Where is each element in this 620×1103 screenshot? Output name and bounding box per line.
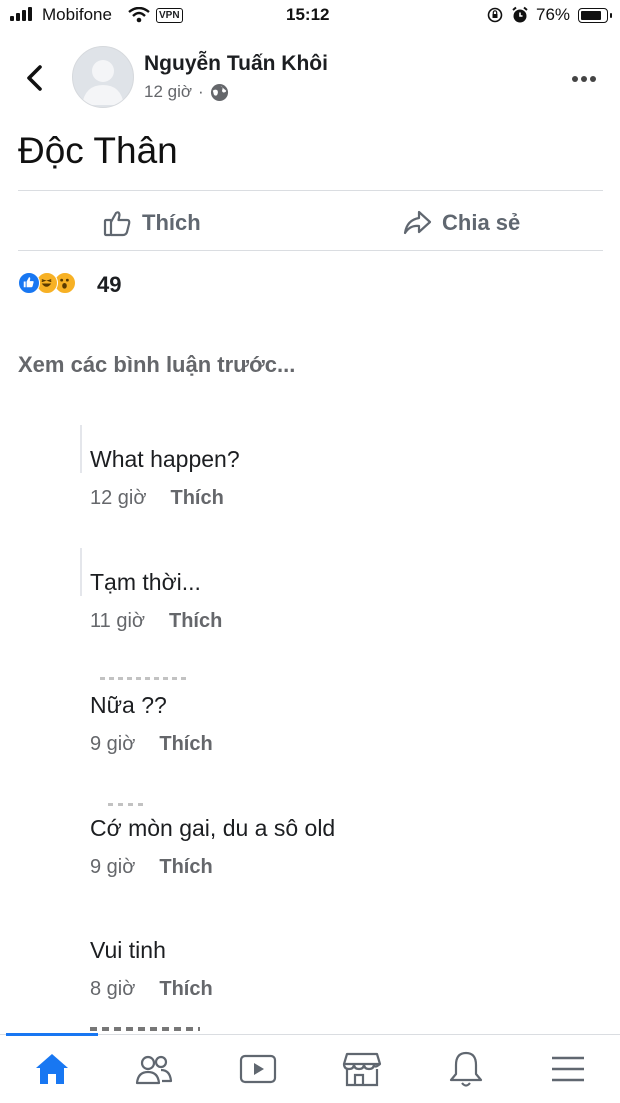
menu-icon bbox=[552, 1056, 584, 1082]
cropped-author-name bbox=[100, 677, 190, 680]
comment-meta: 8 giờ Thích bbox=[90, 978, 213, 1001]
vpn-badge: VPN bbox=[156, 8, 183, 23]
comment-like-button[interactable]: Thích bbox=[169, 610, 222, 633]
comment-meta: 9 giờ Thích bbox=[90, 856, 213, 879]
comment-like-button[interactable]: Thích bbox=[159, 733, 212, 756]
comment-like-button[interactable]: Thích bbox=[170, 487, 223, 510]
comment-time[interactable]: 8 giờ bbox=[90, 978, 135, 1001]
thread-line bbox=[80, 548, 82, 596]
active-tab-indicator bbox=[6, 1033, 98, 1036]
more-icon[interactable] bbox=[571, 75, 597, 83]
home-icon bbox=[36, 1054, 68, 1084]
comment-text: Cớ mòn gai, du a sô old bbox=[90, 815, 336, 841]
signal-icon bbox=[10, 7, 32, 21]
comment-time[interactable]: 9 giờ bbox=[90, 856, 135, 879]
comment-like-button[interactable]: Thích bbox=[159, 856, 212, 879]
tab-notifications[interactable] bbox=[446, 1049, 486, 1089]
carrier-label: Mobifone bbox=[42, 5, 112, 24]
cropped-next-comment bbox=[90, 1027, 200, 1031]
comment-like-button[interactable]: Thích bbox=[159, 978, 212, 1001]
comment-time[interactable]: 9 giờ bbox=[90, 733, 135, 756]
comment-meta: 12 giờ Thích bbox=[90, 487, 224, 510]
view-previous-comments-link[interactable]: Xem các bình luận trước... bbox=[18, 352, 295, 378]
marketplace-icon bbox=[342, 1052, 382, 1087]
share-button-label: Chia sẻ bbox=[442, 210, 521, 235]
alarm-icon bbox=[512, 6, 528, 23]
reactions-summary[interactable] bbox=[18, 272, 94, 298]
comment-time[interactable]: 11 giờ bbox=[90, 610, 145, 633]
post-text: Độc Thân bbox=[18, 130, 178, 171]
tab-marketplace[interactable] bbox=[342, 1049, 382, 1089]
avatar[interactable] bbox=[72, 46, 134, 108]
thread-line bbox=[80, 425, 82, 473]
divider-top bbox=[18, 190, 603, 191]
tab-friends[interactable] bbox=[134, 1049, 174, 1089]
comment-text: Nữa ?? bbox=[90, 692, 167, 718]
bell-icon bbox=[449, 1051, 483, 1087]
like-reaction-icon bbox=[18, 272, 40, 294]
share-button[interactable]: Chia sẻ bbox=[402, 208, 520, 238]
default-avatar-icon bbox=[82, 60, 124, 105]
comment-meta: 9 giờ Thích bbox=[90, 733, 213, 756]
meta-dot: · bbox=[198, 82, 204, 101]
wifi-icon bbox=[128, 7, 150, 23]
tab-home[interactable] bbox=[32, 1049, 72, 1089]
back-icon[interactable] bbox=[24, 64, 46, 92]
post-meta: 12 giờ · bbox=[144, 82, 229, 102]
like-button[interactable]: Thích bbox=[102, 208, 201, 238]
comment-time[interactable]: 12 giờ bbox=[90, 487, 146, 510]
divider-bottom bbox=[18, 250, 603, 251]
reaction-count[interactable]: 49 bbox=[97, 272, 121, 298]
comment-text: Tạm thời... bbox=[90, 569, 201, 595]
comment-text: Vui tinh bbox=[90, 937, 166, 963]
clock: 15:12 bbox=[286, 5, 330, 24]
friends-icon bbox=[135, 1055, 173, 1085]
author-name[interactable]: Nguyễn Tuấn Khôi bbox=[144, 52, 328, 76]
tab-watch[interactable] bbox=[238, 1049, 278, 1089]
bottom-nav bbox=[0, 1033, 620, 1103]
comment-meta: 11 giờ Thích bbox=[90, 610, 222, 633]
post-time[interactable]: 12 giờ bbox=[144, 82, 192, 102]
share-icon bbox=[403, 210, 432, 235]
watch-icon bbox=[239, 1054, 277, 1084]
battery-percent: 76% bbox=[536, 5, 571, 24]
battery-icon bbox=[578, 8, 612, 23]
orientation-lock-icon bbox=[487, 7, 503, 23]
comment-text: What happen? bbox=[90, 446, 240, 472]
like-button-label: Thích bbox=[142, 210, 201, 235]
tab-menu[interactable] bbox=[548, 1049, 588, 1089]
like-icon bbox=[103, 211, 131, 237]
cropped-author-name bbox=[108, 803, 144, 806]
globe-icon bbox=[210, 83, 228, 101]
